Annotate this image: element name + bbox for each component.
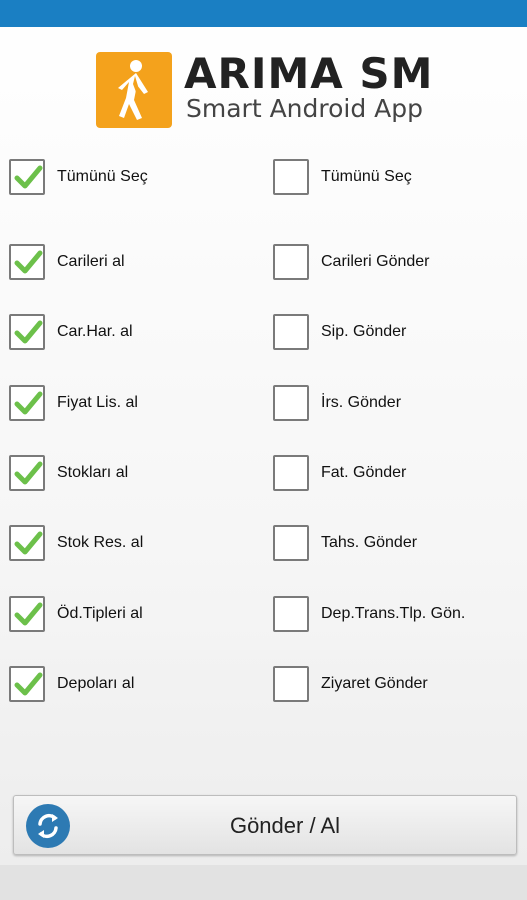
option-row: Car.Har. al Sip. Gönder [0, 311, 527, 353]
app-logo-icon [96, 52, 172, 128]
option-row: Fiyat Lis. al İrs. Gönder [0, 382, 527, 424]
right-option-checkbox[interactable] [273, 596, 309, 632]
status-bar [0, 0, 527, 27]
right-option-checkbox[interactable] [273, 244, 309, 280]
right-option-label[interactable]: Carileri Gönder [321, 252, 429, 272]
left-option-checkbox[interactable] [9, 385, 45, 421]
right-option-checkbox[interactable] [273, 159, 309, 195]
right-option-checkbox[interactable] [273, 314, 309, 350]
left-option-label[interactable]: Car.Har. al [57, 322, 133, 342]
left-option-checkbox[interactable] [9, 455, 45, 491]
left-option-label[interactable]: Öd.Tipleri al [57, 604, 143, 624]
right-option-label[interactable]: Ziyaret Gönder [321, 674, 428, 694]
option-row: Depoları al Ziyaret Gönder [0, 663, 527, 705]
left-option-checkbox[interactable] [9, 525, 45, 561]
option-row: Stok Res. al Tahs. Gönder [0, 522, 527, 564]
option-row: Öd.Tipleri al Dep.Trans.Tlp. Gön. [0, 593, 527, 635]
right-option-checkbox[interactable] [273, 385, 309, 421]
right-option-label[interactable]: Fat. Gönder [321, 463, 406, 483]
right-option-checkbox[interactable] [273, 455, 309, 491]
right-option-label[interactable]: Tümünü Seç [321, 167, 412, 187]
send-receive-label: Gönder / Al [229, 813, 341, 838]
left-option-checkbox[interactable] [9, 314, 45, 350]
right-option-label[interactable]: Tahs. Gönder [321, 533, 417, 553]
send-receive-button[interactable]: Gönder / Al [13, 795, 517, 855]
right-option-checkbox[interactable] [273, 666, 309, 702]
option-row: Stokları al Fat. Gönder [0, 452, 527, 494]
right-option-label[interactable]: İrs. Gönder [321, 393, 401, 413]
logo-subtitle: Smart Android App [186, 94, 424, 123]
right-option-checkbox[interactable] [273, 525, 309, 561]
left-option-checkbox[interactable] [9, 244, 45, 280]
right-option-label[interactable]: Sip. Gönder [321, 322, 406, 342]
right-option-label[interactable]: Dep.Trans.Tlp. Gön. [321, 604, 465, 624]
left-option-checkbox[interactable] [9, 159, 45, 195]
left-option-label[interactable]: Carileri al [57, 252, 125, 272]
option-row: Carileri al Carileri Gönder [0, 241, 527, 283]
left-option-checkbox[interactable] [9, 596, 45, 632]
logo-title: ARIMA SM [184, 49, 434, 98]
left-option-label[interactable]: Stokları al [57, 463, 128, 483]
left-option-label[interactable]: Stok Res. al [57, 533, 143, 553]
app-logo: ARIMA SM Smart Android App [96, 50, 446, 130]
option-row: Tümünü Seç Tümünü Seç [0, 156, 527, 198]
left-option-label[interactable]: Depoları al [57, 674, 134, 694]
left-option-label[interactable]: Fiyat Lis. al [57, 393, 138, 413]
navigation-bar [0, 865, 527, 900]
left-option-checkbox[interactable] [9, 666, 45, 702]
left-option-label[interactable]: Tümünü Seç [57, 167, 148, 187]
